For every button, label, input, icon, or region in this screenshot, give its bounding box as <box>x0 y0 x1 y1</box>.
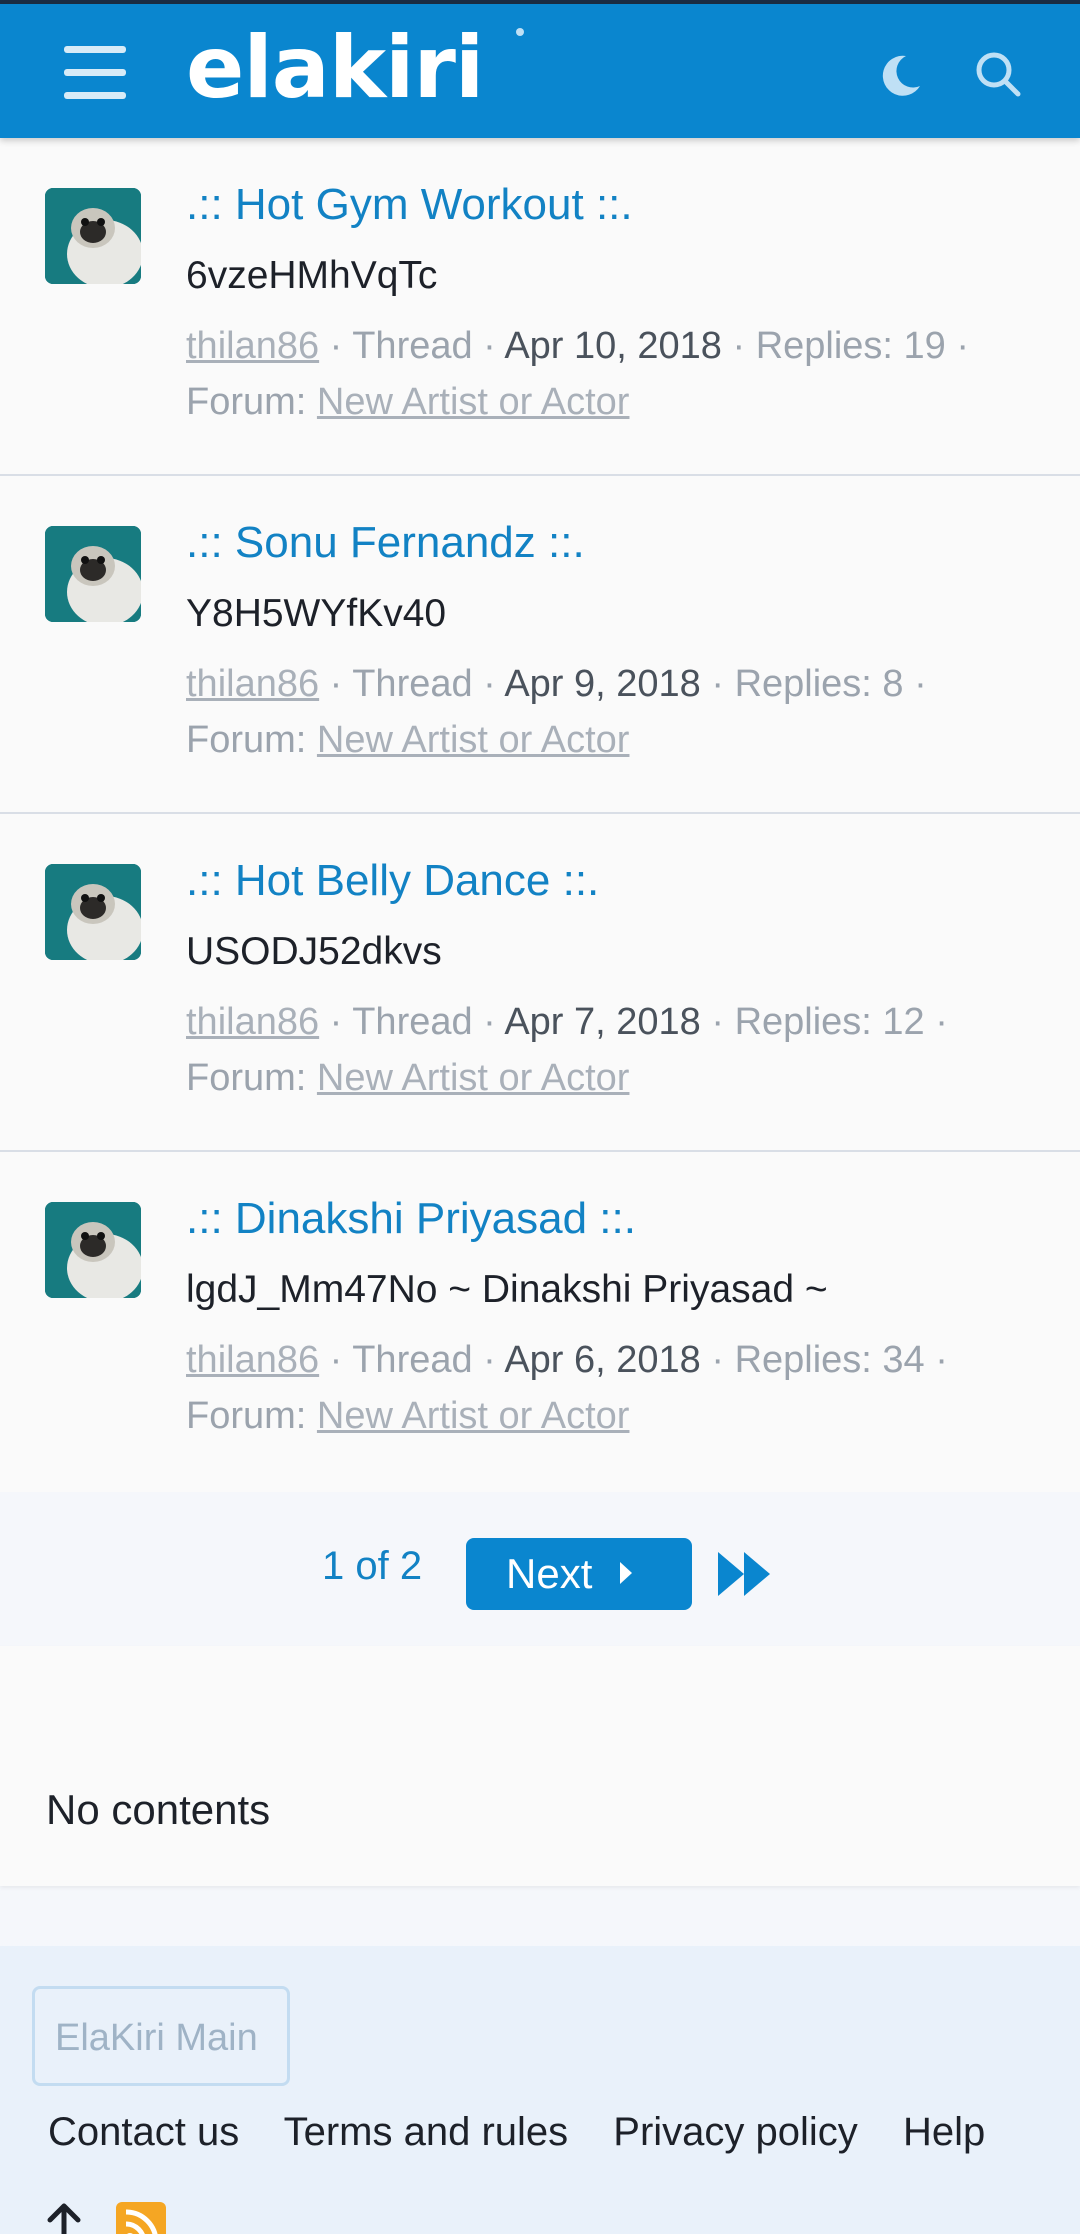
elakiri-main-button[interactable]: ElaKiri Main <box>32 1986 290 2086</box>
site-logo[interactable]: elakiri <box>186 18 484 118</box>
thread-date: Apr 10, 2018 <box>504 325 722 367</box>
thread-list: .:: Hot Gym Workout ::. 6vzeHMhVqTc thil… <box>0 138 1080 1492</box>
forum-link[interactable]: New Artist or Actor <box>317 381 630 423</box>
forum-label: Forum: <box>186 381 307 423</box>
thread-forum: Forum: New Artist or Actor <box>186 374 629 430</box>
contact-us-link[interactable]: Contact us <box>48 2110 239 2154</box>
main-button-label: ElaKiri Main <box>55 2017 258 2059</box>
avatar[interactable] <box>45 526 141 622</box>
pagination: 1 of 2 Next <box>0 1492 1080 1646</box>
thread-date: Apr 6, 2018 <box>504 1339 701 1381</box>
thread-title[interactable]: .:: Hot Gym Workout ::. <box>186 180 633 230</box>
thread-meta: thilan86 · Thread · Apr 7, 2018 · Replie… <box>186 1001 948 1043</box>
thread-snippet: Y8H5WYfKv40 <box>186 592 447 635</box>
forum-link[interactable]: New Artist or Actor <box>317 1395 630 1437</box>
forum-label: Forum: <box>186 1395 307 1437</box>
thread-type: Thread <box>352 663 473 705</box>
thread-forum: Forum: New Artist or Actor <box>186 712 629 768</box>
thread-replies: Replies: 12 <box>734 1001 925 1043</box>
next-label: Next <box>506 1550 593 1597</box>
thread-meta: thilan86 · Thread · Apr 10, 2018 · Repli… <box>186 325 970 367</box>
app-header: elakiri <box>0 4 1080 138</box>
thread-type: Thread <box>352 1339 473 1381</box>
footer-links: Contact us Terms and rules Privacy polic… <box>48 2110 1019 2155</box>
thread-forum: Forum: New Artist or Actor <box>186 1050 629 1106</box>
thread-replies: Replies: 34 <box>734 1339 925 1381</box>
thread-item[interactable]: .:: Hot Belly Dance ::. USODJ52dkvs thil… <box>0 814 1080 1152</box>
thread-forum: Forum: New Artist or Actor <box>186 1388 629 1444</box>
avatar[interactable] <box>45 864 141 960</box>
thread-date: Apr 7, 2018 <box>504 1001 701 1043</box>
footer: ElaKiri Main Contact us Terms and rules … <box>0 1946 1080 2234</box>
thread-item[interactable]: .:: Dinakshi Priyasad ::. lgdJ_Mm47No ~ … <box>0 1152 1080 1490</box>
thread-meta: thilan86 · Thread · Apr 6, 2018 · Replie… <box>186 1339 948 1381</box>
logo-registered-mark <box>516 28 524 36</box>
page-indicator[interactable]: 1 of 2 <box>322 1544 422 1589</box>
thread-item[interactable]: .:: Hot Gym Workout ::. 6vzeHMhVqTc thil… <box>0 138 1080 476</box>
forum-link[interactable]: New Artist or Actor <box>317 719 630 761</box>
thread-date: Apr 9, 2018 <box>504 663 701 705</box>
help-link[interactable]: Help <box>903 2110 985 2154</box>
privacy-link[interactable]: Privacy policy <box>613 2110 858 2154</box>
author-link[interactable]: thilan86 <box>186 663 319 705</box>
thread-replies: Replies: 8 <box>734 663 904 705</box>
thread-title[interactable]: .:: Sonu Fernandz ::. <box>186 518 585 568</box>
thread-snippet: 6vzeHMhVqTc <box>186 254 438 297</box>
avatar[interactable] <box>45 188 141 284</box>
forum-label: Forum: <box>186 719 307 761</box>
author-link[interactable]: thilan86 <box>186 1339 319 1381</box>
thread-type: Thread <box>352 325 473 367</box>
author-link[interactable]: thilan86 <box>186 325 319 367</box>
next-page-button[interactable]: Next <box>466 1538 692 1610</box>
caret-right-icon <box>620 1562 632 1584</box>
forum-label: Forum: <box>186 1057 307 1099</box>
no-contents-text: No contents <box>46 1786 271 1833</box>
rss-icon[interactable] <box>116 2202 166 2234</box>
arrow-up-icon[interactable] <box>46 2202 82 2234</box>
empty-block: No contents <box>0 1646 1080 1886</box>
search-icon[interactable] <box>972 48 1024 100</box>
avatar[interactable] <box>45 1202 141 1298</box>
thread-meta: thilan86 · Thread · Apr 9, 2018 · Replie… <box>186 663 927 705</box>
thread-title[interactable]: .:: Hot Belly Dance ::. <box>186 856 599 906</box>
forum-link[interactable]: New Artist or Actor <box>317 1057 630 1099</box>
thread-snippet: USODJ52dkvs <box>186 930 442 973</box>
hamburger-menu-icon[interactable] <box>64 46 126 100</box>
thread-title[interactable]: .:: Dinakshi Priyasad ::. <box>186 1194 636 1244</box>
thread-item[interactable]: .:: Sonu Fernandz ::. Y8H5WYfKv40 thilan… <box>0 476 1080 814</box>
thread-replies: Replies: 19 <box>755 325 946 367</box>
thread-type: Thread <box>352 1001 473 1043</box>
terms-link[interactable]: Terms and rules <box>284 2110 569 2154</box>
moon-icon[interactable] <box>876 48 928 100</box>
last-page-icon[interactable] <box>716 1546 776 1602</box>
author-link[interactable]: thilan86 <box>186 1001 319 1043</box>
thread-snippet: lgdJ_Mm47No ~ Dinakshi Priyasad ~ <box>186 1268 828 1311</box>
